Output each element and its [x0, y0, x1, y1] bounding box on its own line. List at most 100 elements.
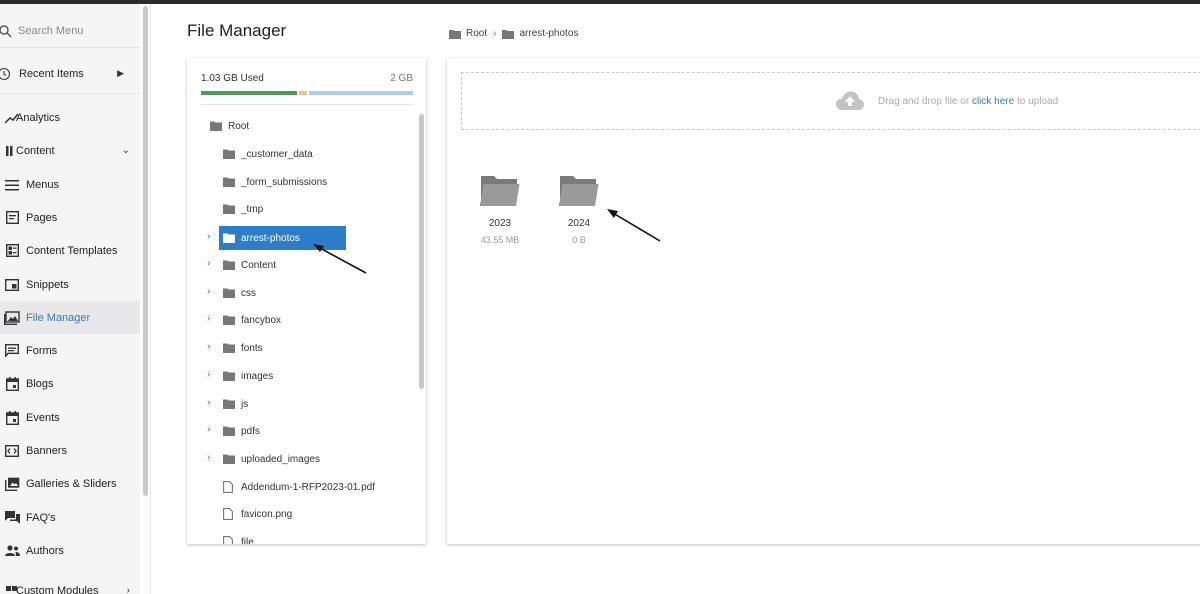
tree-item[interactable]: › images [207, 364, 273, 388]
search-menu[interactable]: Search Menu [0, 14, 140, 48]
tree-item-selected[interactable]: › arrest-photos [207, 226, 346, 250]
page-title: File Manager [187, 21, 287, 40]
sidebar-item-label: Pages [26, 211, 58, 224]
sidebar: Search Menu Recent Items ▶ Analytics Con… [0, 4, 140, 594]
breadcrumb-current[interactable]: arrest-photos [519, 28, 578, 39]
sidebar-item-authors[interactable]: Authors [0, 534, 140, 567]
storage-total: 2 GB [390, 73, 413, 84]
storage-usage: 1.03 GB Used 2 GB [201, 73, 413, 84]
sidebar-item-menus[interactable]: Menus [0, 168, 140, 201]
tree-item-file[interactable]: Addendum-1-RFP2023-01.pdf [223, 475, 375, 499]
sidebar-item-snippets[interactable]: Snippets [0, 268, 140, 301]
image-folder-icon [4, 310, 20, 326]
folder-icon [223, 371, 235, 382]
tree-item-label: _form_submissions [241, 176, 328, 188]
folder-icon [223, 260, 235, 271]
folder-icon [502, 29, 515, 39]
menu-icon [4, 177, 20, 193]
tree-item[interactable]: _customer_data [223, 142, 313, 166]
sidebar-item-label: Snippets [26, 278, 69, 291]
usage-bar-mid [299, 91, 307, 95]
tree-item-file[interactable]: favicon.png [223, 502, 292, 526]
tree-item[interactable]: › css [207, 281, 256, 305]
sidebar-item-file-manager[interactable]: File Manager [0, 301, 140, 334]
tree-item[interactable]: › uploaded_images [207, 447, 320, 471]
folder-size: 0 B [572, 235, 586, 245]
search-input[interactable]: Search Menu [18, 25, 83, 37]
upload-link[interactable]: click here [972, 96, 1014, 107]
folder-open-icon [559, 176, 599, 206]
sidebar-item-label: Forms [26, 344, 58, 357]
sidebar-item-galleries-sliders[interactable]: Galleries & Sliders [0, 467, 140, 500]
sidebar-item-analytics[interactable]: Analytics [0, 101, 140, 134]
tree-item[interactable]: › Content [207, 253, 276, 277]
tree-item[interactable]: › fonts [207, 336, 263, 360]
sidebar-item-forms[interactable]: Forms [0, 334, 140, 367]
folder-icon [223, 399, 235, 410]
tree-item-label: _tmp [241, 203, 264, 215]
cloud-upload-icon [836, 91, 864, 110]
chevron-right-icon[interactable]: › [207, 313, 210, 324]
chevron-right-icon[interactable]: › [207, 452, 210, 463]
folder-size: 43.55 MB [480, 235, 520, 245]
banner-icon [4, 443, 20, 459]
recent-items-label: Recent Items [19, 67, 84, 80]
chevron-right-icon[interactable]: › [207, 397, 210, 408]
file-icon [223, 481, 235, 493]
breadcrumb-separator-icon: › [493, 28, 497, 39]
folder-icon [223, 315, 235, 326]
upload-dropzone[interactable]: Drag and drop file or click here to uplo… [461, 72, 1200, 130]
sidebar-scrollbar[interactable] [143, 6, 148, 496]
sidebar-item-label: FAQ's [26, 511, 56, 524]
tree-item[interactable]: › fancybox [207, 308, 281, 332]
sidebar-item-events[interactable]: Events [0, 401, 140, 434]
recent-items[interactable]: Recent Items ▶ [0, 54, 140, 94]
chevron-right-icon[interactable]: › [207, 286, 210, 297]
breadcrumb-root[interactable]: Root [466, 28, 487, 39]
gallery-icon [4, 476, 20, 492]
chevron-right-icon[interactable]: › [207, 369, 210, 380]
tree-scrollbar[interactable] [419, 114, 424, 389]
tree-item-label: js [241, 398, 249, 410]
folder-icon [210, 121, 222, 132]
tree-item-label: fonts [241, 342, 263, 354]
folder-card-2023[interactable]: 2023 43.55 MB [470, 174, 530, 245]
tree-item[interactable]: _tmp [223, 197, 263, 221]
sidebar-item-content-templates[interactable]: Content Templates [0, 234, 140, 267]
tree-item-label: pdfs [241, 425, 260, 437]
tree-item-label: arrest-photos [241, 232, 300, 244]
folder-icon [223, 204, 235, 215]
sidebar-item-faqs[interactable]: FAQ's [0, 501, 140, 534]
tree-item-root[interactable]: Root [210, 114, 249, 138]
authors-icon [4, 543, 20, 559]
tree-item-label: _customer_data [241, 148, 313, 160]
tree-item[interactable]: › pdfs [207, 419, 260, 443]
storage-used: 1.03 GB Used [201, 73, 264, 84]
storage-usage-bar [201, 91, 413, 95]
folder-icon [223, 454, 235, 465]
folder-card-2024[interactable]: 2024 0 B [549, 174, 609, 245]
snippet-icon [4, 277, 20, 293]
dropzone-text: Drag and drop file or click here to uplo… [878, 95, 1059, 107]
folder-content-panel: Drag and drop file or click here to uplo… [447, 58, 1200, 544]
sidebar-item-content[interactable]: Content ⌄ [0, 134, 140, 167]
tree-item[interactable]: _form_submissions [223, 170, 327, 194]
sidebar-item-label: Menus [26, 178, 60, 191]
chevron-right-icon[interactable]: › [207, 258, 210, 269]
chevron-right-icon[interactable]: › [207, 424, 210, 435]
folder-icon [223, 426, 235, 437]
caret-right-icon: ▶ [117, 68, 124, 78]
calendar-icon [4, 376, 20, 392]
tree-item-file[interactable]: file [223, 530, 254, 544]
tree-item[interactable]: › js [207, 392, 249, 416]
chevron-down-icon: ⌄ [121, 145, 130, 156]
folder-open-icon [480, 176, 520, 206]
folder-icon [223, 177, 235, 188]
chevron-right-icon[interactable]: › [207, 341, 210, 352]
chevron-right-icon[interactable]: › [207, 231, 210, 242]
sidebar-item-custom-modules[interactable]: Custom Modules › [0, 574, 140, 594]
sidebar-item-pages[interactable]: Pages [0, 201, 140, 234]
sidebar-item-banners[interactable]: Banners [0, 434, 140, 467]
tree-item-label: favicon.png [241, 508, 293, 520]
sidebar-item-blogs[interactable]: Blogs [0, 367, 140, 400]
